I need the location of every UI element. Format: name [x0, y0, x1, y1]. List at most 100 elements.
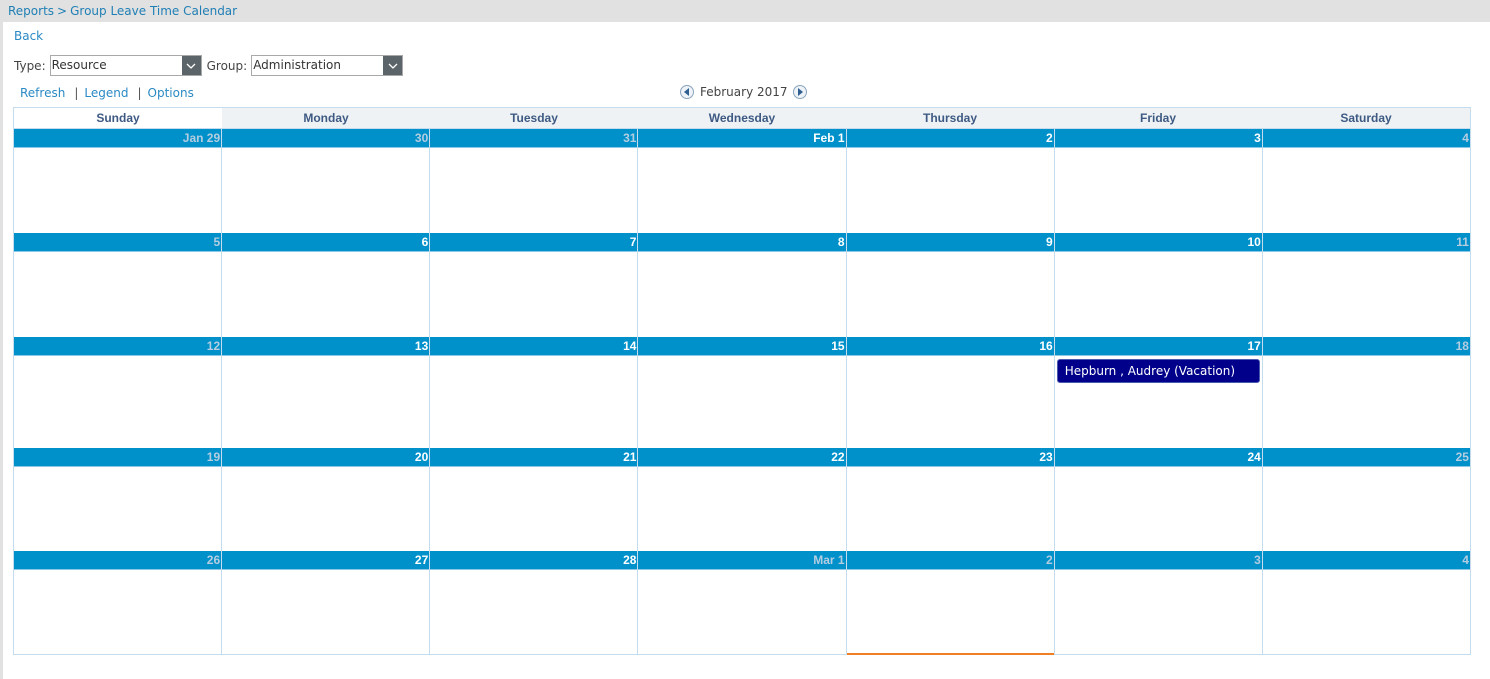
day-number[interactable]: 15: [638, 337, 846, 356]
day-number[interactable]: 14: [430, 337, 638, 356]
day-number[interactable]: 24: [1054, 448, 1262, 467]
day-number[interactable]: 6: [222, 233, 430, 252]
day-body[interactable]: [222, 356, 430, 448]
options-link[interactable]: Options: [148, 86, 194, 100]
calendar-day-cell[interactable]: 2: [846, 551, 1055, 655]
day-number[interactable]: 10: [1054, 233, 1262, 252]
day-body[interactable]: [1262, 570, 1470, 654]
calendar-day-cell[interactable]: 15: [638, 337, 847, 448]
day-body[interactable]: [14, 252, 222, 337]
day-body[interactable]: [14, 467, 222, 551]
calendar-day-cell[interactable]: 16: [846, 337, 1055, 448]
day-body[interactable]: [430, 252, 638, 337]
day-body[interactable]: [1054, 467, 1262, 551]
day-number[interactable]: 26: [14, 551, 222, 570]
day-number[interactable]: 21: [430, 448, 638, 467]
day-number[interactable]: 25: [1262, 448, 1470, 467]
day-number[interactable]: 8: [638, 233, 846, 252]
day-body[interactable]: [638, 356, 846, 448]
day-number[interactable]: 28: [430, 551, 638, 570]
calendar-day-cell[interactable]: 3: [1054, 129, 1263, 233]
calendar-day-cell[interactable]: 30: [222, 129, 431, 233]
day-body[interactable]: [1262, 356, 1470, 448]
calendar-day-cell[interactable]: Feb 1: [638, 129, 847, 233]
leave-event[interactable]: Hepburn , Audrey (Vacation): [1056, 359, 1260, 383]
day-number[interactable]: 22: [638, 448, 846, 467]
calendar-day-cell[interactable]: 2: [846, 129, 1055, 233]
calendar-day-cell[interactable]: 6: [222, 233, 431, 337]
day-body[interactable]: [638, 570, 846, 654]
day-number[interactable]: 31: [430, 129, 638, 148]
day-number[interactable]: 30: [222, 129, 430, 148]
day-number[interactable]: 16: [846, 337, 1054, 356]
day-body[interactable]: [638, 148, 846, 233]
calendar-day-cell[interactable]: Jan 29: [14, 129, 223, 233]
day-number[interactable]: 12: [14, 337, 222, 356]
day-number[interactable]: Jan 29: [14, 129, 222, 148]
calendar-day-cell[interactable]: 28: [430, 551, 639, 654]
day-body[interactable]: [430, 570, 638, 654]
day-body[interactable]: [846, 467, 1054, 551]
calendar-day-cell[interactable]: 8: [638, 233, 847, 337]
day-body[interactable]: [638, 467, 846, 551]
day-number[interactable]: Mar 1: [638, 551, 846, 570]
day-number[interactable]: 11: [1262, 233, 1470, 252]
day-body[interactable]: [430, 467, 638, 551]
day-number[interactable]: 3: [1054, 129, 1262, 148]
legend-link[interactable]: Legend: [84, 86, 128, 100]
day-number[interactable]: 23: [846, 448, 1054, 467]
calendar-day-cell[interactable]: 17 Hepburn , Audrey (Vacation): [1054, 337, 1263, 448]
chevron-right-circle-icon[interactable]: [792, 85, 807, 99]
calendar-day-cell[interactable]: 10: [1054, 233, 1263, 337]
calendar-day-cell[interactable]: 4: [1262, 129, 1470, 233]
day-body[interactable]: [846, 356, 1054, 448]
calendar-day-cell[interactable]: 11: [1262, 233, 1470, 337]
day-number[interactable]: 7: [430, 233, 638, 252]
day-body[interactable]: [430, 148, 638, 233]
calendar-day-cell[interactable]: 26: [14, 551, 223, 654]
calendar-day-cell[interactable]: 21: [430, 448, 639, 551]
type-select[interactable]: Resource: [49, 55, 202, 76]
chevron-left-circle-icon[interactable]: [680, 85, 694, 99]
day-body[interactable]: [846, 148, 1054, 233]
back-link[interactable]: Back: [14, 29, 43, 43]
calendar-day-cell[interactable]: 4: [1262, 551, 1470, 654]
calendar-day-cell[interactable]: 5: [14, 233, 223, 337]
calendar-day-cell[interactable]: 20: [222, 448, 431, 551]
day-body[interactable]: [638, 252, 846, 337]
day-body[interactable]: [222, 252, 430, 337]
chevron-down-icon[interactable]: [383, 56, 403, 75]
calendar-day-cell[interactable]: 14: [430, 337, 639, 448]
calendar-day-cell[interactable]: 18: [1262, 337, 1470, 448]
group-select[interactable]: Administration: [251, 55, 404, 76]
chevron-down-icon[interactable]: [181, 56, 201, 75]
calendar-day-cell[interactable]: 23: [846, 448, 1055, 551]
calendar-day-cell[interactable]: Mar 1: [638, 551, 847, 654]
day-body[interactable]: [846, 570, 1054, 654]
calendar-day-cell[interactable]: 12: [14, 337, 223, 448]
day-body[interactable]: [14, 148, 222, 233]
calendar-day-cell[interactable]: 9: [846, 233, 1055, 337]
day-body[interactable]: [222, 570, 430, 654]
day-body[interactable]: [846, 252, 1054, 337]
day-body[interactable]: [14, 570, 222, 654]
day-number[interactable]: 9: [846, 233, 1054, 252]
refresh-link[interactable]: Refresh: [20, 86, 65, 100]
day-body[interactable]: [222, 467, 430, 551]
day-body[interactable]: [1054, 570, 1262, 654]
day-body[interactable]: [1262, 252, 1470, 337]
calendar-day-cell[interactable]: 7: [430, 233, 639, 337]
calendar-day-cell[interactable]: 27: [222, 551, 431, 654]
calendar-day-cell[interactable]: 31: [430, 129, 639, 233]
calendar-day-cell[interactable]: 25: [1262, 448, 1470, 551]
calendar-day-cell[interactable]: 22: [638, 448, 847, 551]
day-number[interactable]: Feb 1: [638, 129, 846, 148]
day-number[interactable]: 27: [222, 551, 430, 570]
day-number[interactable]: 17: [1054, 337, 1262, 356]
day-body[interactable]: [1054, 148, 1262, 233]
day-number[interactable]: 4: [1262, 551, 1470, 570]
day-body[interactable]: [430, 356, 638, 448]
day-body[interactable]: [1262, 148, 1470, 233]
calendar-day-cell[interactable]: 3: [1054, 551, 1263, 654]
day-body[interactable]: [1262, 467, 1470, 551]
